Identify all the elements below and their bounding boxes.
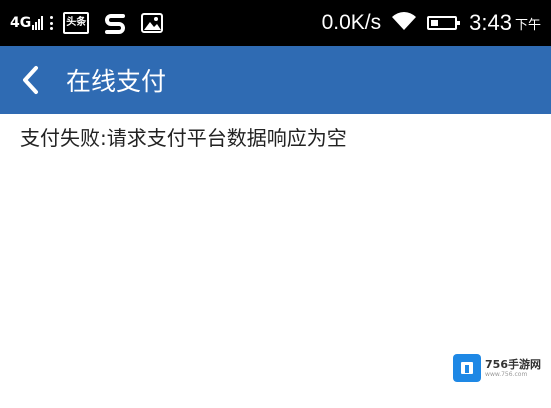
status-bar-right: 0.0K/s 3:43 下午 [322,0,541,46]
page-title: 在线支付 [66,67,167,96]
watermark-logo-icon [453,354,482,382]
battery-cap [457,21,461,25]
payment-error-message: 支付失败:请求支付平台数据响应为空 [20,126,347,150]
clock-time: 3:43 [469,10,512,35]
network-type: 4G [10,15,32,31]
toutiao-icon: 头条 [63,12,90,34]
image-icon [141,13,164,33]
watermark-text: 756手游网 www.756.com [485,358,541,379]
watermark-name: 756手游网 [485,357,541,371]
battery-fill [431,20,439,26]
content-area: 支付失败:请求支付平台数据响应为空 [20,124,531,152]
net-speed: 0.0K/s [321,11,382,34]
title-bar: 在线支付 [0,46,551,114]
s-app-icon [103,11,127,35]
more-dots-icon [50,16,54,30]
back-button[interactable] [0,46,60,114]
screen: 4G 头条 0.0K/s 3:43 下午 在线支付 支付失败:请求支付平台数据响… [0,0,551,408]
clock-ampm: 下午 [514,17,541,33]
status-bar: 4G 头条 0.0K/s 3:43 下午 [0,0,551,46]
watermark-url: www.756.com [485,370,528,378]
chevron-left-icon [23,66,38,94]
signal-icon [32,16,44,30]
watermark: 756手游网 www.756.com [453,354,541,382]
wifi-icon [391,11,417,35]
toutiao-label: 头条 [63,12,90,34]
status-bar-left: 4G 头条 [10,0,177,46]
battery-icon [427,16,461,30]
